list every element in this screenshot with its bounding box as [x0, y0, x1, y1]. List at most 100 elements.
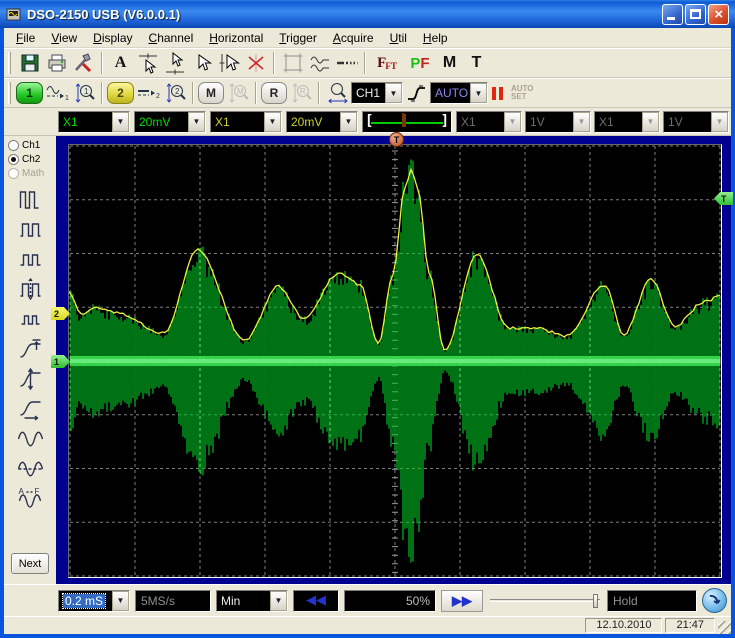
maximize-button[interactable] [685, 4, 706, 25]
toolbar-grip[interactable] [8, 52, 11, 74]
square-wave-button[interactable] [13, 214, 47, 244]
status-time: 21:47 [665, 618, 715, 633]
settings-tools-button[interactable] [70, 50, 97, 76]
horizontal-zoom-button[interactable] [324, 80, 351, 106]
menu-help[interactable]: Help [415, 29, 456, 47]
math-tool-button[interactable]: M [436, 50, 463, 76]
next-button[interactable]: Next [11, 553, 49, 574]
fft-button[interactable]: F FT [370, 50, 404, 76]
window-title: DSO-2150 USB (V6.0.0.1) [27, 7, 662, 22]
attenuation-select-0[interactable]: X1▼ [58, 111, 130, 133]
chevron-down-icon[interactable]: ▼ [340, 112, 357, 132]
print-button[interactable] [43, 50, 70, 76]
minimize-button[interactable] [662, 4, 683, 25]
square-tall-button[interactable] [13, 184, 47, 214]
menu-horizontal[interactable]: Horizontal [201, 29, 271, 47]
sine-wave-button[interactable] [13, 424, 47, 454]
attenuation-select-2[interactable]: X1▼ [210, 111, 282, 133]
radio-row-ch2[interactable]: Ch2 [4, 152, 56, 166]
menu-channel[interactable]: Channel [141, 29, 202, 47]
channel2-button[interactable]: 2 [107, 82, 134, 104]
trigger-source-select[interactable]: CH1 ▼ [351, 82, 403, 104]
chevron-down-icon: ▼ [711, 112, 728, 132]
timebase-value: 0.2 mS [63, 594, 105, 608]
channel1-button[interactable]: 1 [16, 82, 43, 104]
trigger-position-slider[interactable]: [ ] [362, 111, 452, 133]
radio-row-math[interactable]: Math [4, 166, 56, 180]
attenuation-select-6: X1▼ [594, 111, 660, 133]
menu-util[interactable]: Util [382, 29, 415, 47]
channel-settings-bar: X1▼20mV▼X1▼20mV▼ [ ] X1▼1V▼X1▼1V▼ [4, 108, 731, 136]
dotted-line-button[interactable] [333, 50, 360, 76]
sine-cross-button[interactable] [13, 454, 47, 484]
trigger-time-marker[interactable]: T [389, 132, 404, 147]
math-channel-button[interactable]: M [198, 82, 224, 104]
buffer-scrollbar[interactable] [488, 590, 602, 612]
chevron-down-icon[interactable]: ▼ [470, 83, 487, 103]
pass-fail-button[interactable]: P F [404, 50, 436, 76]
radio-row-ch1[interactable]: Ch1 [4, 138, 56, 152]
chevron-down-icon[interactable]: ▼ [264, 112, 281, 132]
close-button[interactable]: × [708, 4, 729, 25]
trigger-mode-select[interactable]: AUTO ▼ [430, 82, 488, 104]
grid-toggle-button[interactable] [279, 50, 306, 76]
reference-button[interactable]: R [261, 82, 287, 104]
chevron-down-icon[interactable]: ▼ [112, 112, 129, 132]
ch2-vertical-zoom-button[interactable]: 2 [161, 80, 188, 106]
separator [318, 82, 320, 104]
ch2-zero-marker-label: 2 [54, 309, 59, 319]
interpolation-select[interactable]: Min ▼ [216, 590, 288, 612]
attenuation-select-3[interactable]: 20mV▼ [286, 111, 358, 133]
timebase-select[interactable]: 0.2 mS ▼ [58, 590, 130, 612]
cursor-hline-top-button[interactable] [134, 50, 161, 76]
ref-vertical-zoom-button[interactable]: R [287, 80, 314, 106]
trigger-slope-button[interactable] [403, 80, 430, 106]
scrollbar-handle[interactable] [593, 594, 598, 608]
square-small-button[interactable] [13, 304, 47, 334]
autoset-button[interactable]: AUTO SET [507, 85, 538, 101]
menu-file[interactable]: File [8, 29, 43, 47]
waveform-display-button[interactable] [306, 50, 333, 76]
menu-acquire[interactable]: Acquire [325, 29, 382, 47]
text-annotation-button[interactable]: A [107, 50, 134, 76]
scroll-left-button[interactable]: ◀◀ [293, 590, 339, 612]
pause-button[interactable] [488, 87, 507, 100]
menu-view[interactable]: View [43, 29, 85, 47]
ch1-radio[interactable] [8, 140, 19, 151]
square-low-button[interactable] [13, 244, 47, 274]
trigger-time-marker-label: T [394, 135, 400, 145]
rise-updown-button[interactable] [13, 364, 47, 394]
chevron-down-icon[interactable]: ▼ [270, 591, 287, 611]
collapse-panel-button[interactable] [702, 588, 727, 613]
main-area: Ch1 Ch2 Math AF Next T 2 1 [4, 136, 731, 584]
cursor-arrow-button[interactable] [188, 50, 215, 76]
slider-right-bracket: ] [441, 113, 449, 129]
cursor-vline-button[interactable] [215, 50, 242, 76]
save-button[interactable] [16, 50, 43, 76]
menu-display[interactable]: Display [85, 29, 140, 47]
resize-grip[interactable] [718, 621, 731, 634]
menu-trigger[interactable]: Trigger [271, 29, 325, 47]
scope-display[interactable] [68, 144, 722, 578]
rise-top-button[interactable] [13, 334, 47, 364]
trigger-position-pin[interactable] [402, 114, 413, 130]
toolbar-grip[interactable] [8, 82, 11, 104]
ch2-radio[interactable] [8, 154, 19, 165]
cursor-hline-bottom-button[interactable] [161, 50, 188, 76]
rise-right-button[interactable] [13, 394, 47, 424]
scroll-right-button[interactable]: ▶▶ [441, 590, 483, 612]
ch1-position-button[interactable]: 1 [43, 80, 70, 106]
chevron-down-icon[interactable]: ▼ [188, 112, 205, 132]
rise-right-icon [17, 396, 44, 422]
attenuation-select-1[interactable]: 20mV▼ [134, 111, 206, 133]
sine-af-button[interactable]: AF [13, 484, 47, 514]
ch1-vertical-zoom-button[interactable]: 1 [70, 80, 97, 106]
math-radio[interactable] [8, 168, 19, 179]
math-vertical-zoom-button[interactable]: M [224, 80, 251, 106]
square-cursor-button[interactable] [13, 274, 47, 304]
text-label-button[interactable]: T [463, 50, 490, 76]
cursor-delete-button[interactable] [242, 50, 269, 76]
chevron-down-icon[interactable]: ▼ [385, 83, 402, 103]
chevron-down-icon[interactable]: ▼ [112, 591, 129, 611]
ch2-position-button[interactable]: 2 [134, 80, 161, 106]
